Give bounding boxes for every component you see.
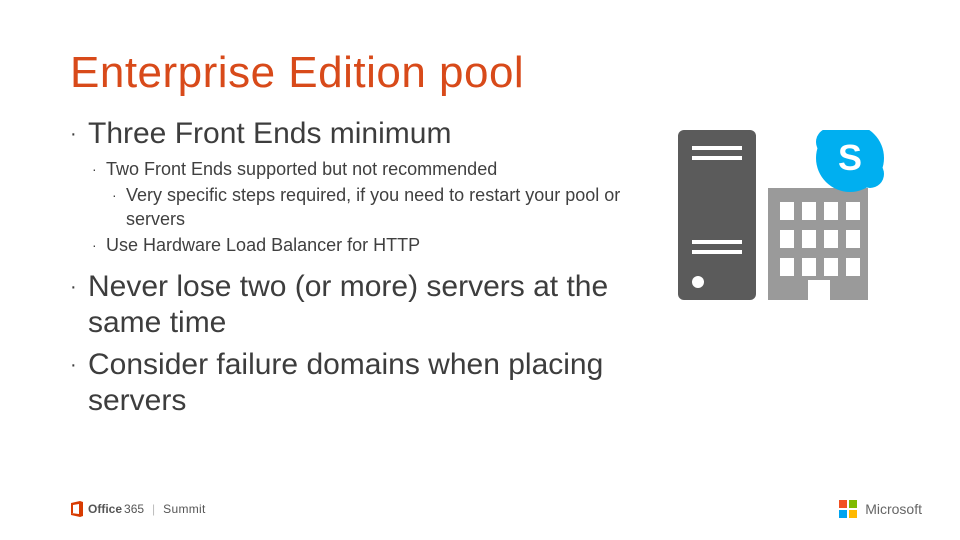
microsoft-logo-icon bbox=[839, 500, 857, 518]
bullet-dot-icon: · bbox=[92, 234, 106, 257]
office-label: Office bbox=[88, 502, 122, 516]
bullet-text: Three Front Ends minimum bbox=[88, 116, 451, 152]
skype-icon: S bbox=[816, 130, 884, 192]
bullet-level2: · Use Hardware Load Balancer for HTTP bbox=[92, 234, 632, 257]
bullet-level1: · Consider failure domains when placing … bbox=[70, 347, 630, 419]
svg-text:S: S bbox=[838, 137, 862, 178]
office365-label: 365 bbox=[124, 502, 144, 516]
slide: Enterprise Edition pool · Three Front En… bbox=[0, 0, 960, 540]
bullet-dot-icon: · bbox=[70, 347, 88, 419]
bullet-text: Two Front Ends supported but not recomme… bbox=[106, 158, 497, 181]
footer-right: Microsoft bbox=[839, 500, 922, 518]
bullet-text: Never lose two (or more) servers at the … bbox=[88, 269, 630, 341]
bullet-text: Consider failure domains when placing se… bbox=[88, 347, 630, 419]
bullet-dot-icon: · bbox=[70, 269, 88, 341]
bullet-text: Use Hardware Load Balancer for HTTP bbox=[106, 234, 420, 257]
bullet-text: Very specific steps required, if you nee… bbox=[126, 184, 652, 231]
office-icon bbox=[68, 500, 86, 518]
server-icon bbox=[678, 130, 756, 300]
bullet-dot-icon: · bbox=[70, 116, 88, 152]
separator: | bbox=[152, 502, 155, 516]
summit-label: Summit bbox=[163, 502, 205, 516]
building-icon bbox=[768, 188, 868, 300]
footer-left: Office 365 | Summit bbox=[68, 500, 206, 518]
bullet-dot-icon: · bbox=[112, 184, 126, 231]
microsoft-label: Microsoft bbox=[865, 501, 922, 517]
slide-title: Enterprise Edition pool bbox=[70, 48, 890, 98]
bullet-dot-icon: · bbox=[92, 158, 106, 181]
illustration: S bbox=[668, 130, 898, 310]
bullet-level1: · Never lose two (or more) servers at th… bbox=[70, 269, 630, 341]
bullet-level2: · Two Front Ends supported but not recom… bbox=[92, 158, 632, 181]
bullet-level3: · Very specific steps required, if you n… bbox=[112, 184, 652, 231]
